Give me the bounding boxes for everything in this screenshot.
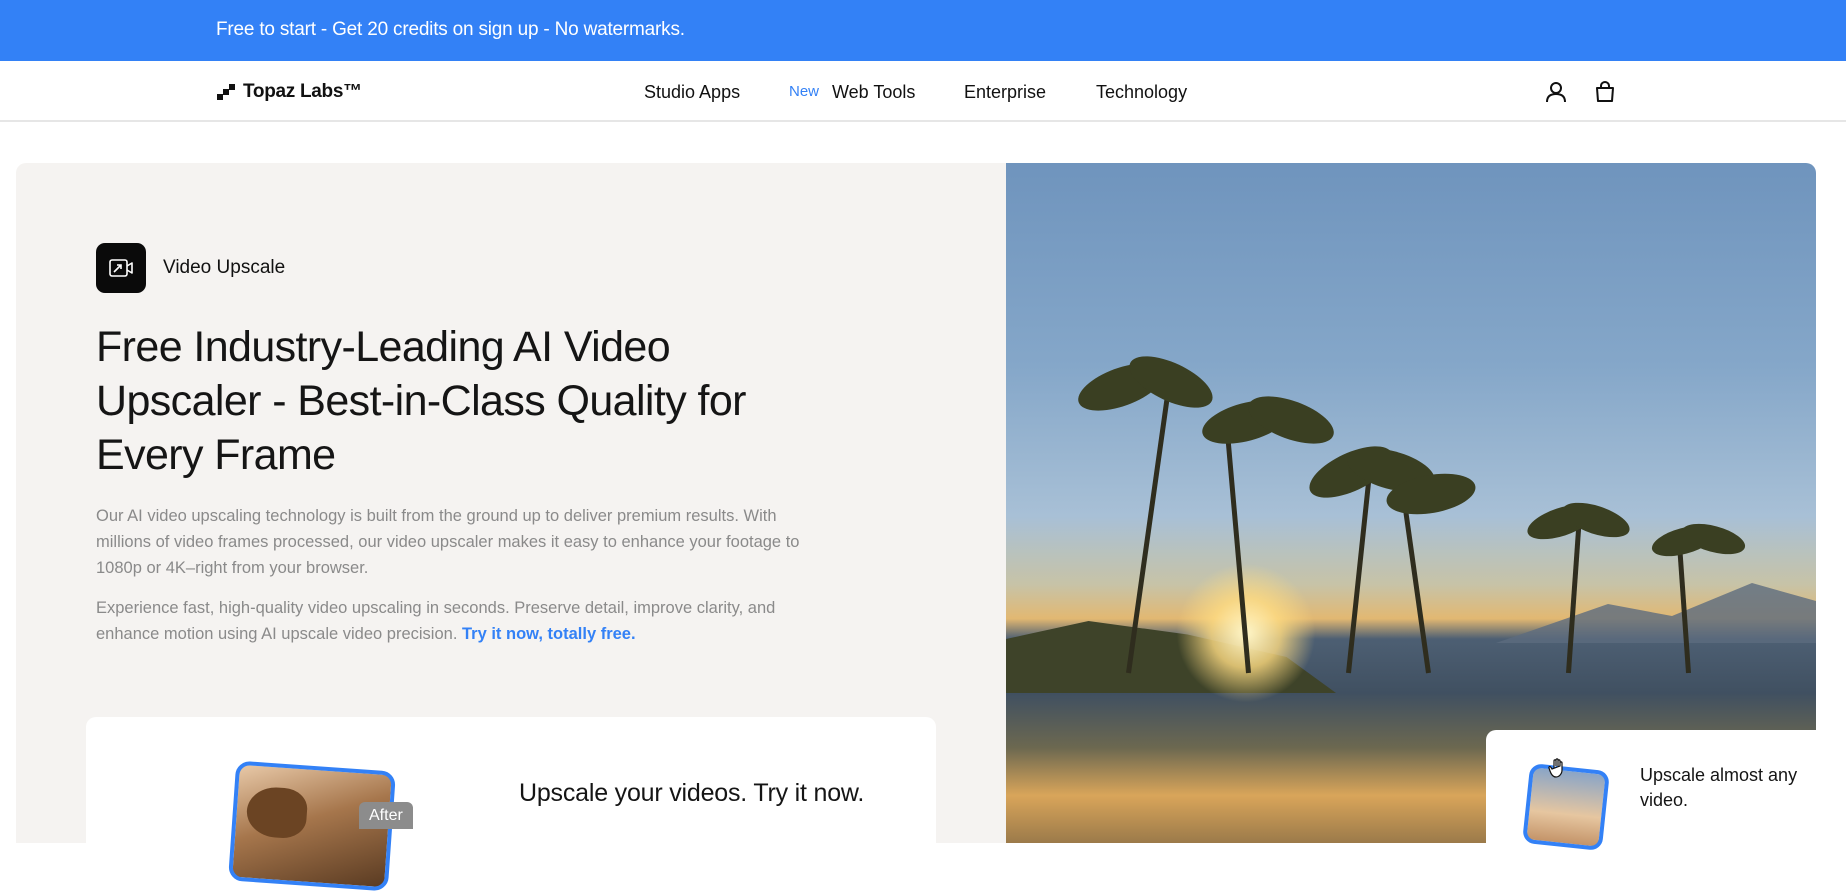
top-nav: Topaz Labs™ Studio Apps New Web Tools En… (0, 61, 1846, 122)
nav-studio-apps[interactable]: Studio Apps (644, 81, 740, 103)
hand-cursor-icon (1548, 758, 1563, 778)
video-upscale-icon (96, 243, 146, 293)
account-icon[interactable] (1543, 79, 1569, 105)
page-title: Free Industry-Leading AI Video Upscaler … (96, 323, 746, 479)
after-tag: After (359, 802, 413, 829)
product-badge-label: Video Upscale (163, 257, 286, 278)
nav-new-badge: New (789, 83, 820, 100)
upscale-promo-text: Upscale almost any video. (1640, 765, 1798, 810)
try-free-link[interactable]: Try it now, totally free. (462, 625, 636, 643)
logo-text: Topaz Labs™ (243, 81, 362, 102)
try-card-title: Upscale your videos. Try it now. (519, 779, 865, 807)
nav-technology[interactable]: Technology (1096, 81, 1187, 103)
nav-enterprise[interactable]: Enterprise (964, 81, 1046, 103)
logo[interactable]: Topaz Labs™ (217, 81, 362, 103)
hero-description-2-text: Experience fast, high-quality video upsc… (96, 599, 776, 643)
product-badge: Video Upscale (96, 243, 285, 293)
upscale-promo-card[interactable]: Upscale almost any video. (1486, 730, 1846, 851)
hero-description-2: Experience fast, high-quality video upsc… (96, 595, 826, 647)
nav-web-tools[interactable]: Web Tools (832, 81, 915, 103)
try-upscale-card[interactable]: After Upscale your videos. Try it now. (86, 717, 936, 891)
cart-icon[interactable] (1592, 79, 1618, 105)
topaz-logo-icon (217, 84, 235, 100)
hero-description-1: Our AI video upscaling technology is bui… (96, 507, 800, 577)
promo-text: Free to start - Get 20 credits on sign u… (216, 19, 685, 40)
promo-bar: Free to start - Get 20 credits on sign u… (0, 0, 1846, 61)
